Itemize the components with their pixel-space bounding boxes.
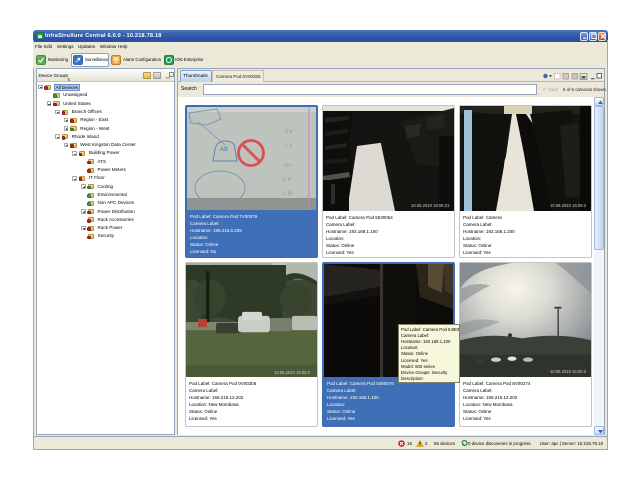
svg-text:10.06.2010 16:06:2: 10.06.2010 16:06:2 (550, 203, 587, 208)
svg-text:10.06.2010 16:06:21: 10.06.2010 16:06:21 (411, 203, 450, 208)
svg-text:c v: c v (285, 129, 293, 135)
svg-text:c v: c v (285, 143, 293, 149)
svg-text:AB: AB (220, 147, 228, 153)
svg-text:10.06.2010 16:06:2: 10.06.2010 16:06:2 (550, 369, 587, 374)
svg-text:</>: </> (283, 163, 292, 169)
svg-text:c #: c # (283, 177, 292, 183)
svg-text:c (e: c (e (283, 191, 294, 197)
svg-text:10.06.2010 16:06:2: 10.06.2010 16:06:2 (274, 370, 311, 375)
